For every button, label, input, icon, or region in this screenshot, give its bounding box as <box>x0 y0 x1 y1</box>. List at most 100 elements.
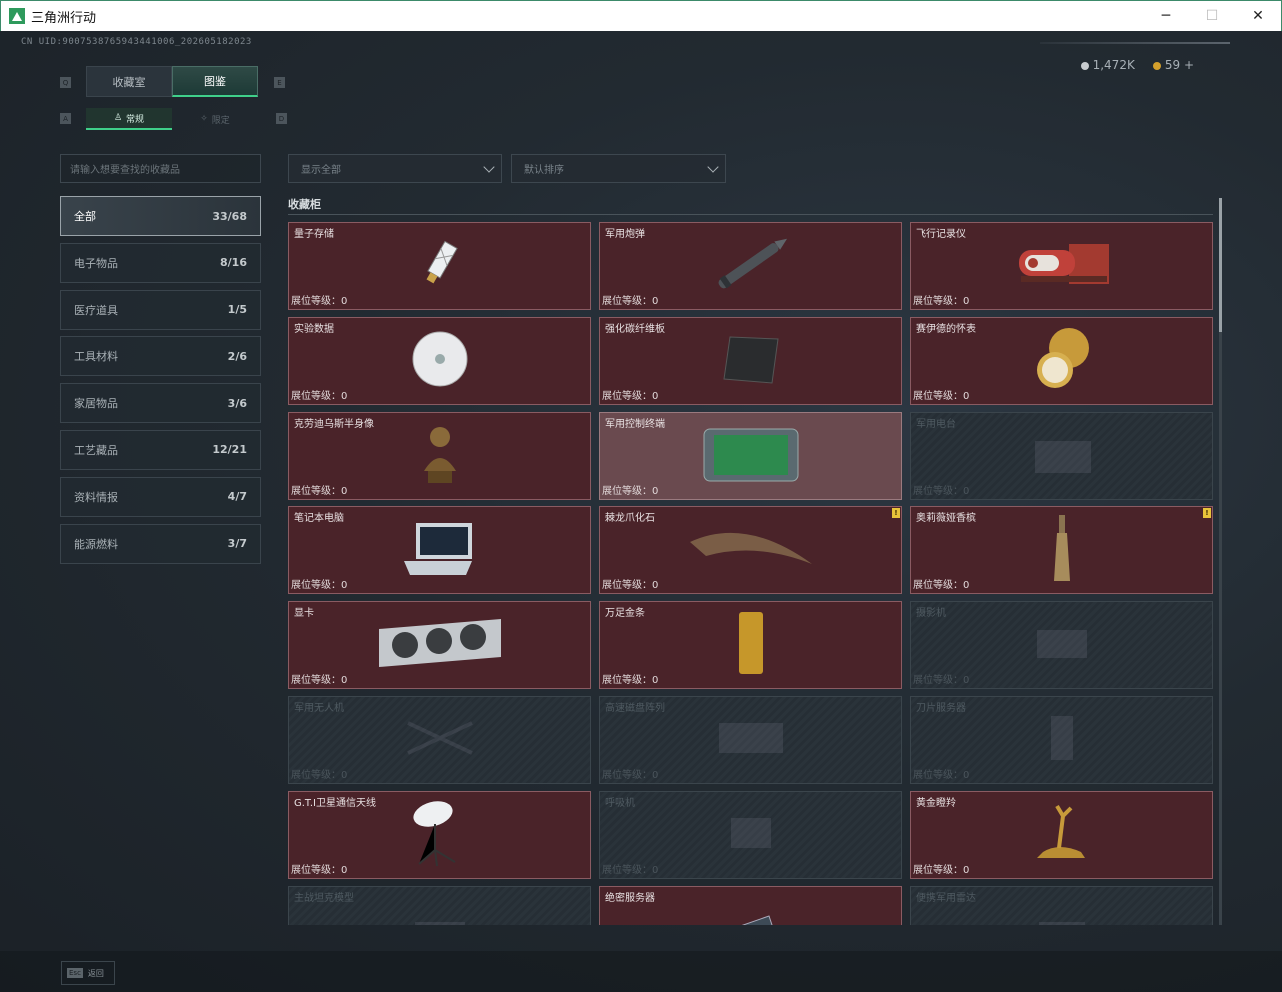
item-name: 奥莉薇娅香槟 <box>916 513 976 525</box>
collection-item-card[interactable]: 主战坦克模型 <box>288 885 591 925</box>
item-display-level: 展位等级：0 <box>602 580 659 592</box>
close-button[interactable]: ✕ <box>1235 1 1281 31</box>
item-display-level: 展位等级：0 <box>913 864 970 876</box>
collection-item-card[interactable]: 军用电台 展位等级：0 <box>910 411 1213 500</box>
category-item-electronics[interactable]: 电子物品 8/16 <box>60 242 261 283</box>
subtab-limited[interactable]: ✧ 限定 <box>172 108 258 130</box>
collection-grid-viewport: 量子存储 展位等级：0 军用炮弹 展位等级：0 飞行记录仪 展位等级：0 实验数据 展位等级：… <box>288 222 1213 925</box>
top-decoration <box>1040 42 1230 44</box>
subtab-regular-label: 常规 <box>126 114 145 125</box>
collection-item-card[interactable]: 军用炮弹 展位等级：0 <box>599 222 902 310</box>
person-icon: ♙ <box>113 113 123 123</box>
silver-coin-icon <box>1080 61 1089 70</box>
category-item-crafts[interactable]: 工艺藏品 12/21 <box>60 429 261 470</box>
category-count: 33/68 <box>212 209 247 223</box>
item-name: 强化碳纤维板 <box>605 323 665 335</box>
collection-item-card[interactable]: 刀片服务器 展位等级：0 <box>910 695 1213 784</box>
collection-item-card[interactable]: 显卡 展位等级：0 <box>288 601 591 690</box>
collection-item-card[interactable]: 棘龙爪化石 展位等级：0! <box>599 506 902 595</box>
category-count: 2/6 <box>227 349 247 363</box>
collection-item-card[interactable]: 奥莉薇娅香槟 展位等级：0! <box>910 506 1213 595</box>
scrollbar-thumb[interactable] <box>1219 198 1222 332</box>
category-label: 能源燃料 <box>74 537 118 551</box>
category-item-all[interactable]: 全部 33/68 <box>60 196 261 236</box>
new-alert-badge: ! <box>1203 508 1211 519</box>
collection-item-card[interactable]: 万足金条展位等级：0 <box>599 601 902 690</box>
item-display-level: 展位等级：0 <box>291 675 348 687</box>
collection-item-card[interactable]: 克劳迪乌斯半身像 展位等级：0 <box>288 411 591 500</box>
collection-item-card[interactable]: 量子存储 展位等级：0 <box>288 222 591 310</box>
collection-item-card[interactable]: 呼吸机 展位等级：0 <box>599 790 902 879</box>
claw-fossil-icon <box>686 520 816 580</box>
collection-item-card[interactable]: 实验数据 展位等级：0 <box>288 316 591 405</box>
gold-amount: 59 <box>1164 58 1181 72</box>
tab-codex[interactable]: 图鉴 <box>172 66 258 97</box>
sort-dropdown[interactable]: 默认排序 <box>511 154 726 183</box>
category-item-intel[interactable]: 资料情报 4/7 <box>60 476 261 517</box>
bottom-bar <box>0 951 1282 992</box>
tab-collection-room[interactable]: 收藏室 <box>86 66 172 97</box>
category-count: 4/7 <box>227 490 247 504</box>
item-name: 军用炮弹 <box>605 229 645 240</box>
collection-item-card[interactable]: 赛伊德的怀表 展位等级：0 <box>910 316 1213 405</box>
item-display-level: 展位等级：0 <box>291 864 348 876</box>
disc-icon <box>411 330 469 392</box>
search-input[interactable]: 请输入想要查找的收藏品 <box>60 154 261 183</box>
subtab-regular[interactable]: ♙ 常规 <box>86 108 172 130</box>
add-currency-button[interactable]: + <box>1184 58 1194 72</box>
category-item-medical[interactable]: 医疗道具 1/5 <box>60 289 261 330</box>
item-display-level: 展位等级：0 <box>602 675 659 687</box>
category-item-tools[interactable]: 工具材料 2/6 <box>60 336 261 377</box>
item-name: 飞行记录仪 <box>916 229 966 240</box>
grid-scrollbar[interactable] <box>1219 198 1222 925</box>
radar-icon <box>1027 908 1097 925</box>
collection-item-card[interactable]: 高速磁盘阵列 展位等级：0 <box>599 695 902 784</box>
player-uid: CN UID:9007538765943441006_202605182023 <box>21 37 252 47</box>
category-count: 3/7 <box>227 537 247 551</box>
section-divider <box>288 214 1213 215</box>
item-name: 军用无人机 <box>294 702 344 714</box>
silver-amount: 1,472K <box>1092 58 1135 72</box>
gold-bar-icon <box>735 610 767 680</box>
item-name: 绝密服务器 <box>605 892 655 904</box>
maximize-button[interactable]: ☐ <box>1189 1 1235 31</box>
collection-item-card[interactable]: 便携军用雷达 <box>910 885 1213 925</box>
category-label: 工具材料 <box>74 350 118 364</box>
category-label: 工艺藏品 <box>74 443 118 457</box>
item-name: 黄金瞪羚 <box>916 797 956 809</box>
collection-item-card[interactable]: 绝密服务器 <box>599 885 902 925</box>
display-filter-dropdown[interactable]: 显示全部 <box>288 154 502 183</box>
control-terminal-icon <box>700 421 802 491</box>
category-item-fuel[interactable]: 能源燃料 3/7 <box>60 523 261 564</box>
item-name: 笔记本电脑 <box>294 513 344 525</box>
collection-item-card[interactable]: 黄金瞪羚展位等级：0 <box>910 790 1213 879</box>
carbon-plate-icon <box>718 331 784 391</box>
collection-item-card[interactable]: 军用控制终端 展位等级：0 <box>599 411 902 500</box>
collection-item-card[interactable]: 摄影机 展位等级：0 <box>910 601 1213 690</box>
category-label: 全部 <box>74 210 96 223</box>
item-name: 主战坦克模型 <box>294 892 354 904</box>
gold-gazelle-icon <box>1029 802 1095 868</box>
item-display-level: 展位等级：0 <box>913 769 970 781</box>
collection-item-card[interactable]: 军用无人机 展位等级：0 <box>288 695 591 784</box>
key-d-hint: D <box>276 113 287 124</box>
item-name: G.T.I卫星通信天线 <box>294 797 376 809</box>
collection-item-card[interactable]: G.T.I卫星通信天线 展位等级：0 <box>288 790 591 879</box>
category-label: 医疗道具 <box>74 303 118 317</box>
silver-currency: 1,472K <box>1080 58 1135 72</box>
category-item-household[interactable]: 家居物品 3/6 <box>60 383 261 424</box>
sort-value: 默认排序 <box>524 165 564 176</box>
satellite-dish-icon <box>411 798 469 872</box>
back-button[interactable]: Esc 返回 <box>61 961 115 985</box>
collection-item-card[interactable]: 飞行记录仪 展位等级：0 <box>910 222 1213 310</box>
game-screen: CN UID:9007538765943441006_202605182023 … <box>0 31 1282 992</box>
item-name: 军用控制终端 <box>605 418 665 430</box>
collection-item-card[interactable]: 强化碳纤维板 展位等级：0 <box>599 316 902 405</box>
item-display-level: 展位等级：0 <box>913 675 970 687</box>
minimize-button[interactable]: ─ <box>1143 1 1189 31</box>
collection-item-card[interactable]: 笔记本电脑 展位等级：0 <box>288 506 591 595</box>
window-controls: ─ ☐ ✕ <box>1143 1 1281 31</box>
drone-icon <box>400 713 480 767</box>
esc-key-icon: Esc <box>67 968 83 978</box>
item-name: 万足金条 <box>605 608 645 620</box>
